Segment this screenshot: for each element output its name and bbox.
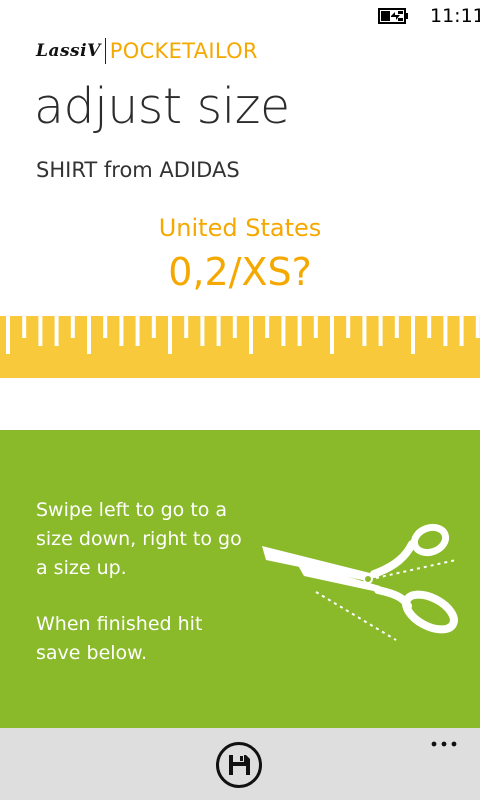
ruler-tick xyxy=(54,316,59,346)
ruler-tick xyxy=(216,316,221,346)
ruler-tick xyxy=(232,316,237,338)
ruler-tick xyxy=(281,316,286,346)
ruler-tick xyxy=(459,316,464,346)
app-page: 11:11 LassiV POCKETAILOR adjust size SHI… xyxy=(0,0,480,800)
ruler-tick xyxy=(119,316,124,346)
ruler-tick xyxy=(135,316,140,346)
ruler-tick xyxy=(6,316,10,354)
ruler-tick xyxy=(394,316,399,338)
size-value: 0,2/XS? xyxy=(168,250,312,294)
ruler-tick xyxy=(313,316,318,338)
size-ruler[interactable] xyxy=(0,316,480,378)
brand-divider xyxy=(104,38,106,64)
save-instruction: When finished hit save below. xyxy=(36,613,203,664)
battery-charging-icon xyxy=(378,8,408,24)
ruler-tick xyxy=(70,316,75,338)
ruler-tick xyxy=(87,316,91,354)
more-icon[interactable] xyxy=(426,734,462,754)
swipe-instruction: Swipe left to go to a size down, right t… xyxy=(36,499,242,579)
ruler-tick xyxy=(378,316,383,346)
ruler-tick xyxy=(427,316,432,338)
size-region: United States xyxy=(158,214,322,242)
ruler-tick xyxy=(38,316,43,346)
ruler-tick xyxy=(297,316,302,346)
clock: 11:11 xyxy=(430,5,480,27)
save-icon xyxy=(229,755,250,775)
page-title: adjust size xyxy=(34,78,290,135)
ruler-tick xyxy=(184,316,189,338)
scissors-icon xyxy=(262,523,458,641)
status-bar: 11:11 xyxy=(0,0,480,32)
ruler-tick xyxy=(200,316,205,346)
save-button[interactable] xyxy=(215,741,263,789)
ruler-tick xyxy=(330,316,334,354)
ruler-tick xyxy=(249,316,253,354)
ruler-tick xyxy=(151,316,156,338)
ruler-tick xyxy=(346,316,351,338)
ruler-tick xyxy=(362,316,367,346)
product-label: SHIRT from ADIDAS xyxy=(36,158,240,182)
ruler-tick xyxy=(475,316,480,338)
ruler-tick xyxy=(168,316,172,354)
ruler-tick xyxy=(265,316,270,338)
ruler-tick xyxy=(443,316,448,346)
brand-header: LassiV POCKETAILOR xyxy=(36,36,258,66)
app-bar xyxy=(0,728,480,800)
brand-logo: LassiV xyxy=(36,41,101,61)
ruler-tick xyxy=(22,316,27,338)
ruler-tick xyxy=(103,316,108,338)
ruler-tick xyxy=(411,316,415,354)
instruction-panel: Swipe left to go to a size down, right t… xyxy=(0,430,480,728)
app-name: POCKETAILOR xyxy=(109,39,258,63)
